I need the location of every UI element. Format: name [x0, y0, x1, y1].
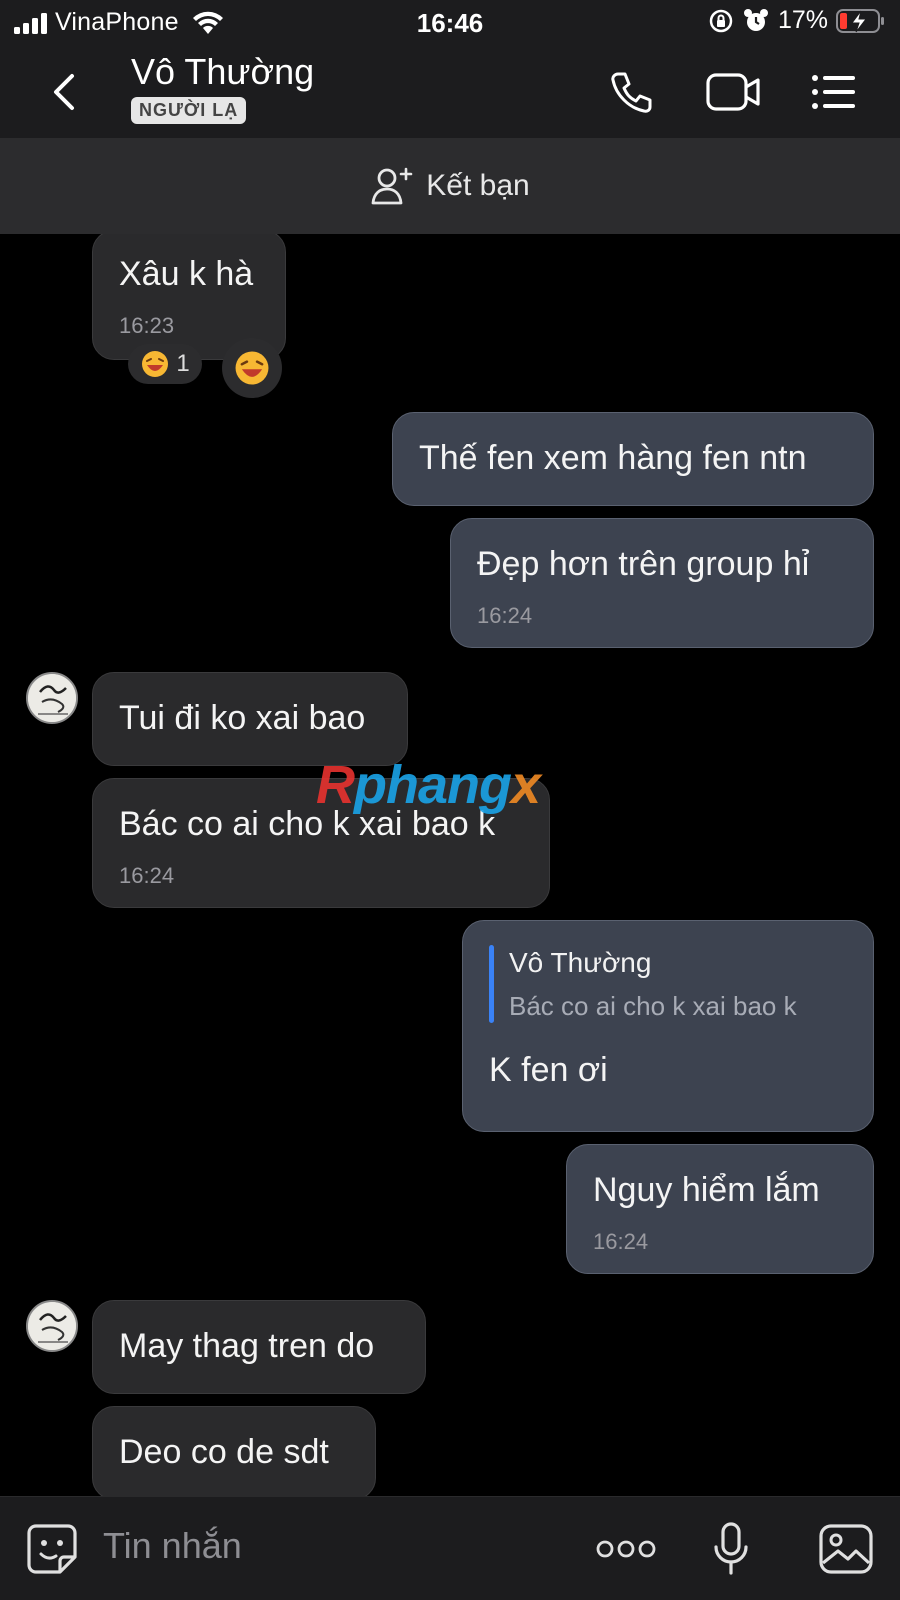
status-bar: VinaPhone 16:46 17% — [0, 0, 900, 44]
laugh-emoji-icon — [235, 351, 269, 385]
message-text: Thế fen xem hàng fen ntn — [419, 439, 807, 477]
message-time: 16:24 — [593, 1229, 649, 1254]
message-bubble-sent[interactable]: Thế fen xem hàng fen ntn — [392, 412, 874, 506]
sticker-icon[interactable] — [26, 1523, 78, 1575]
avatar[interactable] — [26, 1300, 78, 1352]
watermark-logo: Rphangx — [316, 755, 541, 815]
message-time: 16:24 — [119, 863, 175, 888]
message-text: Nguy hiểm lắm — [593, 1171, 820, 1209]
battery-percent: 17% — [777, 6, 828, 34]
chat-header: Vô Thường NGƯỜI LẠ — [0, 44, 900, 138]
message-text: Đẹp hơn trên group hỉ — [477, 545, 810, 583]
add-reaction-button[interactable] — [222, 338, 282, 398]
back-icon[interactable] — [44, 70, 84, 114]
battery-charging-icon — [836, 8, 884, 33]
quote-sender: Vô Thường — [509, 947, 652, 978]
laugh-emoji-icon — [142, 351, 169, 377]
message-bubble-sent[interactable]: Nguy hiểm lắm 16:24 — [566, 1144, 874, 1274]
contact-name[interactable]: Vô Thường — [131, 51, 314, 93]
message-bubble-received[interactable]: May thag tren do — [92, 1300, 426, 1394]
message-time: 16:23 — [119, 313, 175, 338]
stranger-badge: NGƯỜI LẠ — [131, 97, 247, 124]
message-text: Xâu k hà — [119, 255, 254, 293]
message-bubble-sent-reply[interactable]: Vô Thường Bác co ai cho k xai bao k K fe… — [462, 920, 874, 1132]
message-text: Tui đi ko xai bao — [119, 699, 366, 737]
avatar-image — [28, 674, 76, 722]
reaction-summary[interactable]: 1 — [128, 344, 202, 384]
message-bubble-received[interactable]: Tui đi ko xai bao — [92, 672, 408, 766]
microphone-icon[interactable] — [712, 1521, 750, 1577]
add-friend-icon — [371, 167, 413, 205]
message-time: 16:24 — [477, 603, 533, 628]
phone-icon[interactable] — [608, 68, 656, 116]
reaction-count: 1 — [176, 350, 190, 377]
avatar-image — [28, 1302, 76, 1350]
alarm-icon — [743, 8, 768, 31]
add-friend-label: Kết bạn — [426, 169, 530, 202]
message-text: K fen ơi — [489, 1051, 608, 1089]
video-call-icon[interactable] — [705, 68, 763, 116]
message-text: May thag tren do — [119, 1327, 375, 1365]
image-icon[interactable] — [818, 1523, 874, 1575]
orientation-lock-icon — [709, 9, 733, 32]
message-text: Deo co de sdt — [119, 1433, 329, 1471]
add-friend-bar[interactable]: Kết bạn — [0, 138, 900, 234]
message-list[interactable]: Xâu k hà 16:23 1 Thế fen xem hàng fen nt… — [0, 234, 900, 1496]
quote-text: Bác co ai cho k xai bao k — [509, 991, 797, 1021]
message-input[interactable]: Tin nhắn — [103, 1525, 242, 1567]
more-dots-icon[interactable] — [596, 1537, 656, 1561]
avatar[interactable] — [26, 672, 78, 724]
message-bubble-sent[interactable]: Đẹp hơn trên group hỉ 16:24 — [450, 518, 874, 648]
message-input-bar: Tin nhắn — [0, 1496, 900, 1600]
message-bubble-received[interactable]: Deo co de sdt — [92, 1406, 376, 1496]
quote-indicator — [489, 945, 494, 1023]
menu-list-icon[interactable] — [810, 68, 858, 116]
